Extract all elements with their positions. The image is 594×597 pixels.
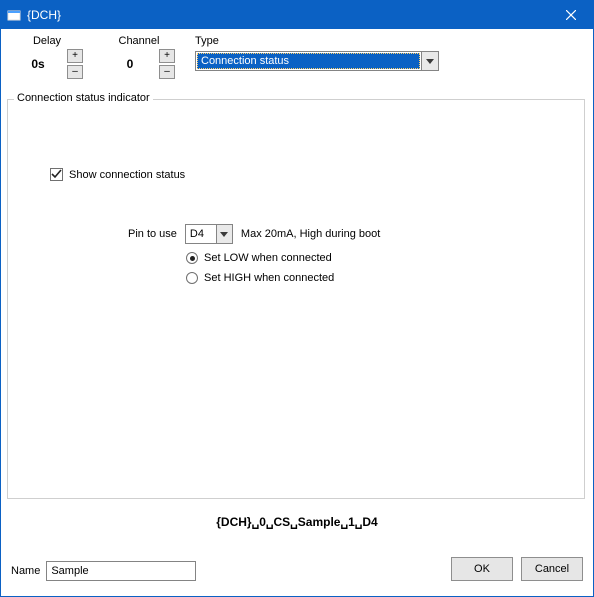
window-title: {DCH} — [27, 8, 549, 22]
check-icon — [51, 169, 62, 180]
delay-group: Delay 0s + – — [11, 35, 83, 79]
set-low-label: Set LOW when connected — [204, 252, 332, 264]
chevron-down-icon — [421, 52, 438, 70]
set-low-radio[interactable] — [186, 252, 198, 264]
name-input[interactable] — [46, 561, 196, 581]
type-select[interactable]: Connection status — [195, 51, 439, 71]
type-group: Type Connection status — [195, 35, 439, 71]
close-button[interactable] — [549, 1, 593, 29]
pin-label: Pin to use — [128, 228, 177, 240]
channel-value: 0 — [103, 57, 157, 71]
pin-value: D4 — [186, 228, 216, 240]
show-connection-status-checkbox[interactable] — [50, 168, 63, 181]
delay-label: Delay — [33, 35, 61, 47]
pin-hint: Max 20mA, High during boot — [241, 228, 380, 240]
title-bar: {DCH} — [1, 1, 593, 29]
app-icon — [7, 8, 21, 22]
channel-up-button[interactable]: + — [159, 49, 175, 63]
connection-status-group: Connection status indicator Show connect… — [7, 99, 585, 499]
channel-group: Channel 0 + – — [103, 35, 175, 79]
show-connection-status-label: Show connection status — [69, 169, 185, 181]
ok-button[interactable]: OK — [451, 557, 513, 581]
pin-select[interactable]: D4 — [185, 224, 233, 244]
type-label: Type — [195, 35, 439, 47]
status-line: {DCH}␣0␣CS␣Sample␣1␣D4 — [1, 515, 593, 529]
cancel-button[interactable]: Cancel — [521, 557, 583, 581]
type-selected-value: Connection status — [197, 53, 420, 69]
set-high-label: Set HIGH when connected — [204, 272, 334, 284]
channel-label: Channel — [119, 35, 160, 47]
close-icon — [566, 10, 576, 20]
delay-up-button[interactable]: + — [67, 49, 83, 63]
delay-value: 0s — [11, 57, 65, 71]
channel-down-button[interactable]: – — [159, 65, 175, 79]
group-legend: Connection status indicator — [14, 92, 153, 104]
name-label: Name — [11, 565, 40, 577]
chevron-down-icon — [216, 225, 232, 243]
set-high-radio[interactable] — [186, 272, 198, 284]
delay-down-button[interactable]: – — [67, 65, 83, 79]
